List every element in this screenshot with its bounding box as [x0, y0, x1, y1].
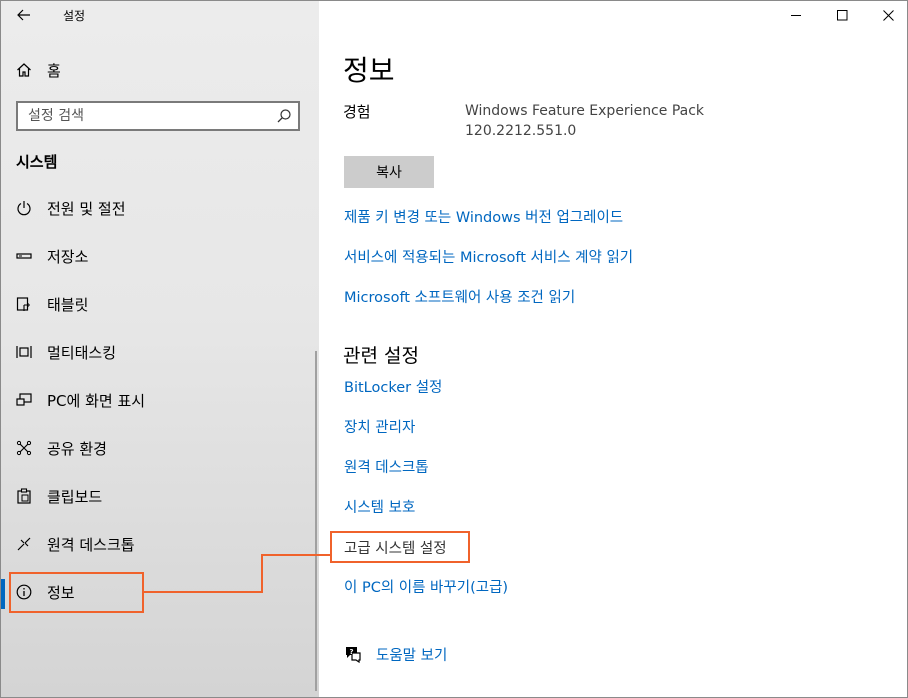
experience-value-line1: Windows Feature Experience Pack: [465, 103, 705, 119]
sidebar-item-label: 저장소: [47, 248, 89, 266]
home-icon: [15, 61, 33, 79]
main-content: 정보 경험 Windows Feature Experience Pack 12…: [319, 1, 907, 697]
help-chat-icon: ?: [346, 647, 361, 664]
app-title: 설정: [63, 9, 86, 23]
sidebar-item-label: PC에 화면 표시: [47, 392, 146, 410]
search-box[interactable]: [16, 101, 300, 131]
sidebar-item-label: 공유 환경: [47, 440, 107, 458]
related-settings-title: 관련 설정: [343, 345, 419, 367]
remote-desktop-icon: [15, 535, 33, 553]
remote-desktop-link[interactable]: 원격 데스크톱: [344, 456, 429, 477]
page-title: 정보: [343, 54, 395, 87]
system-protection-link[interactable]: 시스템 보호: [344, 496, 415, 517]
minimize-button[interactable]: [773, 1, 819, 29]
minimize-icon: [790, 14, 801, 16]
back-button[interactable]: [11, 3, 37, 27]
experience-label: 경험: [343, 103, 371, 121]
experience-value-line2: 120.2212.551.0: [465, 123, 577, 139]
get-help-label: 도움말 보기: [376, 648, 448, 664]
close-button[interactable]: [865, 1, 907, 29]
svg-text:?: ?: [349, 648, 353, 656]
shared-experiences-icon: [15, 439, 33, 457]
sidebar-item-power[interactable]: 전원 및 절전: [1, 188, 319, 228]
close-icon: [882, 9, 894, 21]
sidebar-item-label: 전원 및 절전: [47, 200, 126, 218]
sidebar-item-about[interactable]: 정보: [1, 572, 319, 612]
info-icon: [15, 583, 33, 601]
storage-icon: [15, 247, 33, 265]
sidebar-item-label: 클립보드: [47, 488, 103, 506]
change-product-key-link[interactable]: 제품 키 변경 또는 Windows 버전 업그레이드: [344, 206, 623, 227]
clipboard-icon: [15, 487, 33, 505]
search-input[interactable]: [28, 107, 268, 125]
title-bar: 설정: [1, 1, 319, 31]
sidebar-scrollbar[interactable]: [315, 351, 317, 691]
service-agreement-link[interactable]: 서비스에 적용되는 Microsoft 서비스 계약 읽기: [344, 246, 633, 267]
copy-button[interactable]: 복사: [344, 156, 434, 188]
license-terms-link[interactable]: Microsoft 소프트웨어 사용 조건 읽기: [344, 286, 575, 307]
sidebar-item-remote-desktop[interactable]: 원격 데스크톱: [1, 524, 319, 564]
search-icon[interactable]: [276, 108, 292, 124]
projecting-icon: [15, 391, 33, 409]
bitlocker-settings-link[interactable]: BitLocker 설정: [344, 376, 442, 397]
power-icon: [15, 199, 33, 217]
sidebar-item-label: 원격 데스크톱: [47, 536, 135, 554]
arrow-left-icon: [17, 9, 30, 21]
maximize-button[interactable]: [819, 1, 865, 29]
sidebar-item-label: 홈: [47, 62, 61, 80]
sidebar-item-label: 태블릿: [47, 296, 89, 314]
sidebar-item-clipboard[interactable]: 클립보드: [1, 476, 319, 516]
sidebar-item-storage[interactable]: 저장소: [1, 236, 319, 276]
multitasking-icon: [15, 343, 33, 361]
sidebar-item-multitasking[interactable]: 멀티태스킹: [1, 332, 319, 372]
sidebar-item-shared-experiences[interactable]: 공유 환경: [1, 428, 319, 468]
sidebar-item-label: 정보: [47, 584, 75, 602]
advanced-system-settings-link[interactable]: 고급 시스템 설정: [344, 537, 447, 558]
experience-value: Windows Feature Experience Pack 120.2212…: [465, 101, 704, 141]
settings-window: 설정 홈 시스템 전원 및 절전 저장소: [0, 0, 908, 698]
sidebar-item-label: 멀티태스킹: [47, 344, 117, 362]
sidebar: 설정 홈 시스템 전원 및 절전 저장소: [1, 1, 319, 697]
sidebar-item-tablet[interactable]: 태블릿: [1, 284, 319, 324]
rename-pc-advanced-link[interactable]: 이 PC의 이름 바꾸기(고급): [344, 576, 508, 597]
section-title: 시스템: [16, 153, 58, 171]
sidebar-item-projecting[interactable]: PC에 화면 표시: [1, 380, 319, 420]
maximize-icon: [836, 9, 847, 20]
device-manager-link[interactable]: 장치 관리자: [344, 416, 415, 437]
sidebar-item-home[interactable]: 홈: [1, 50, 319, 90]
tablet-icon: [15, 295, 33, 313]
